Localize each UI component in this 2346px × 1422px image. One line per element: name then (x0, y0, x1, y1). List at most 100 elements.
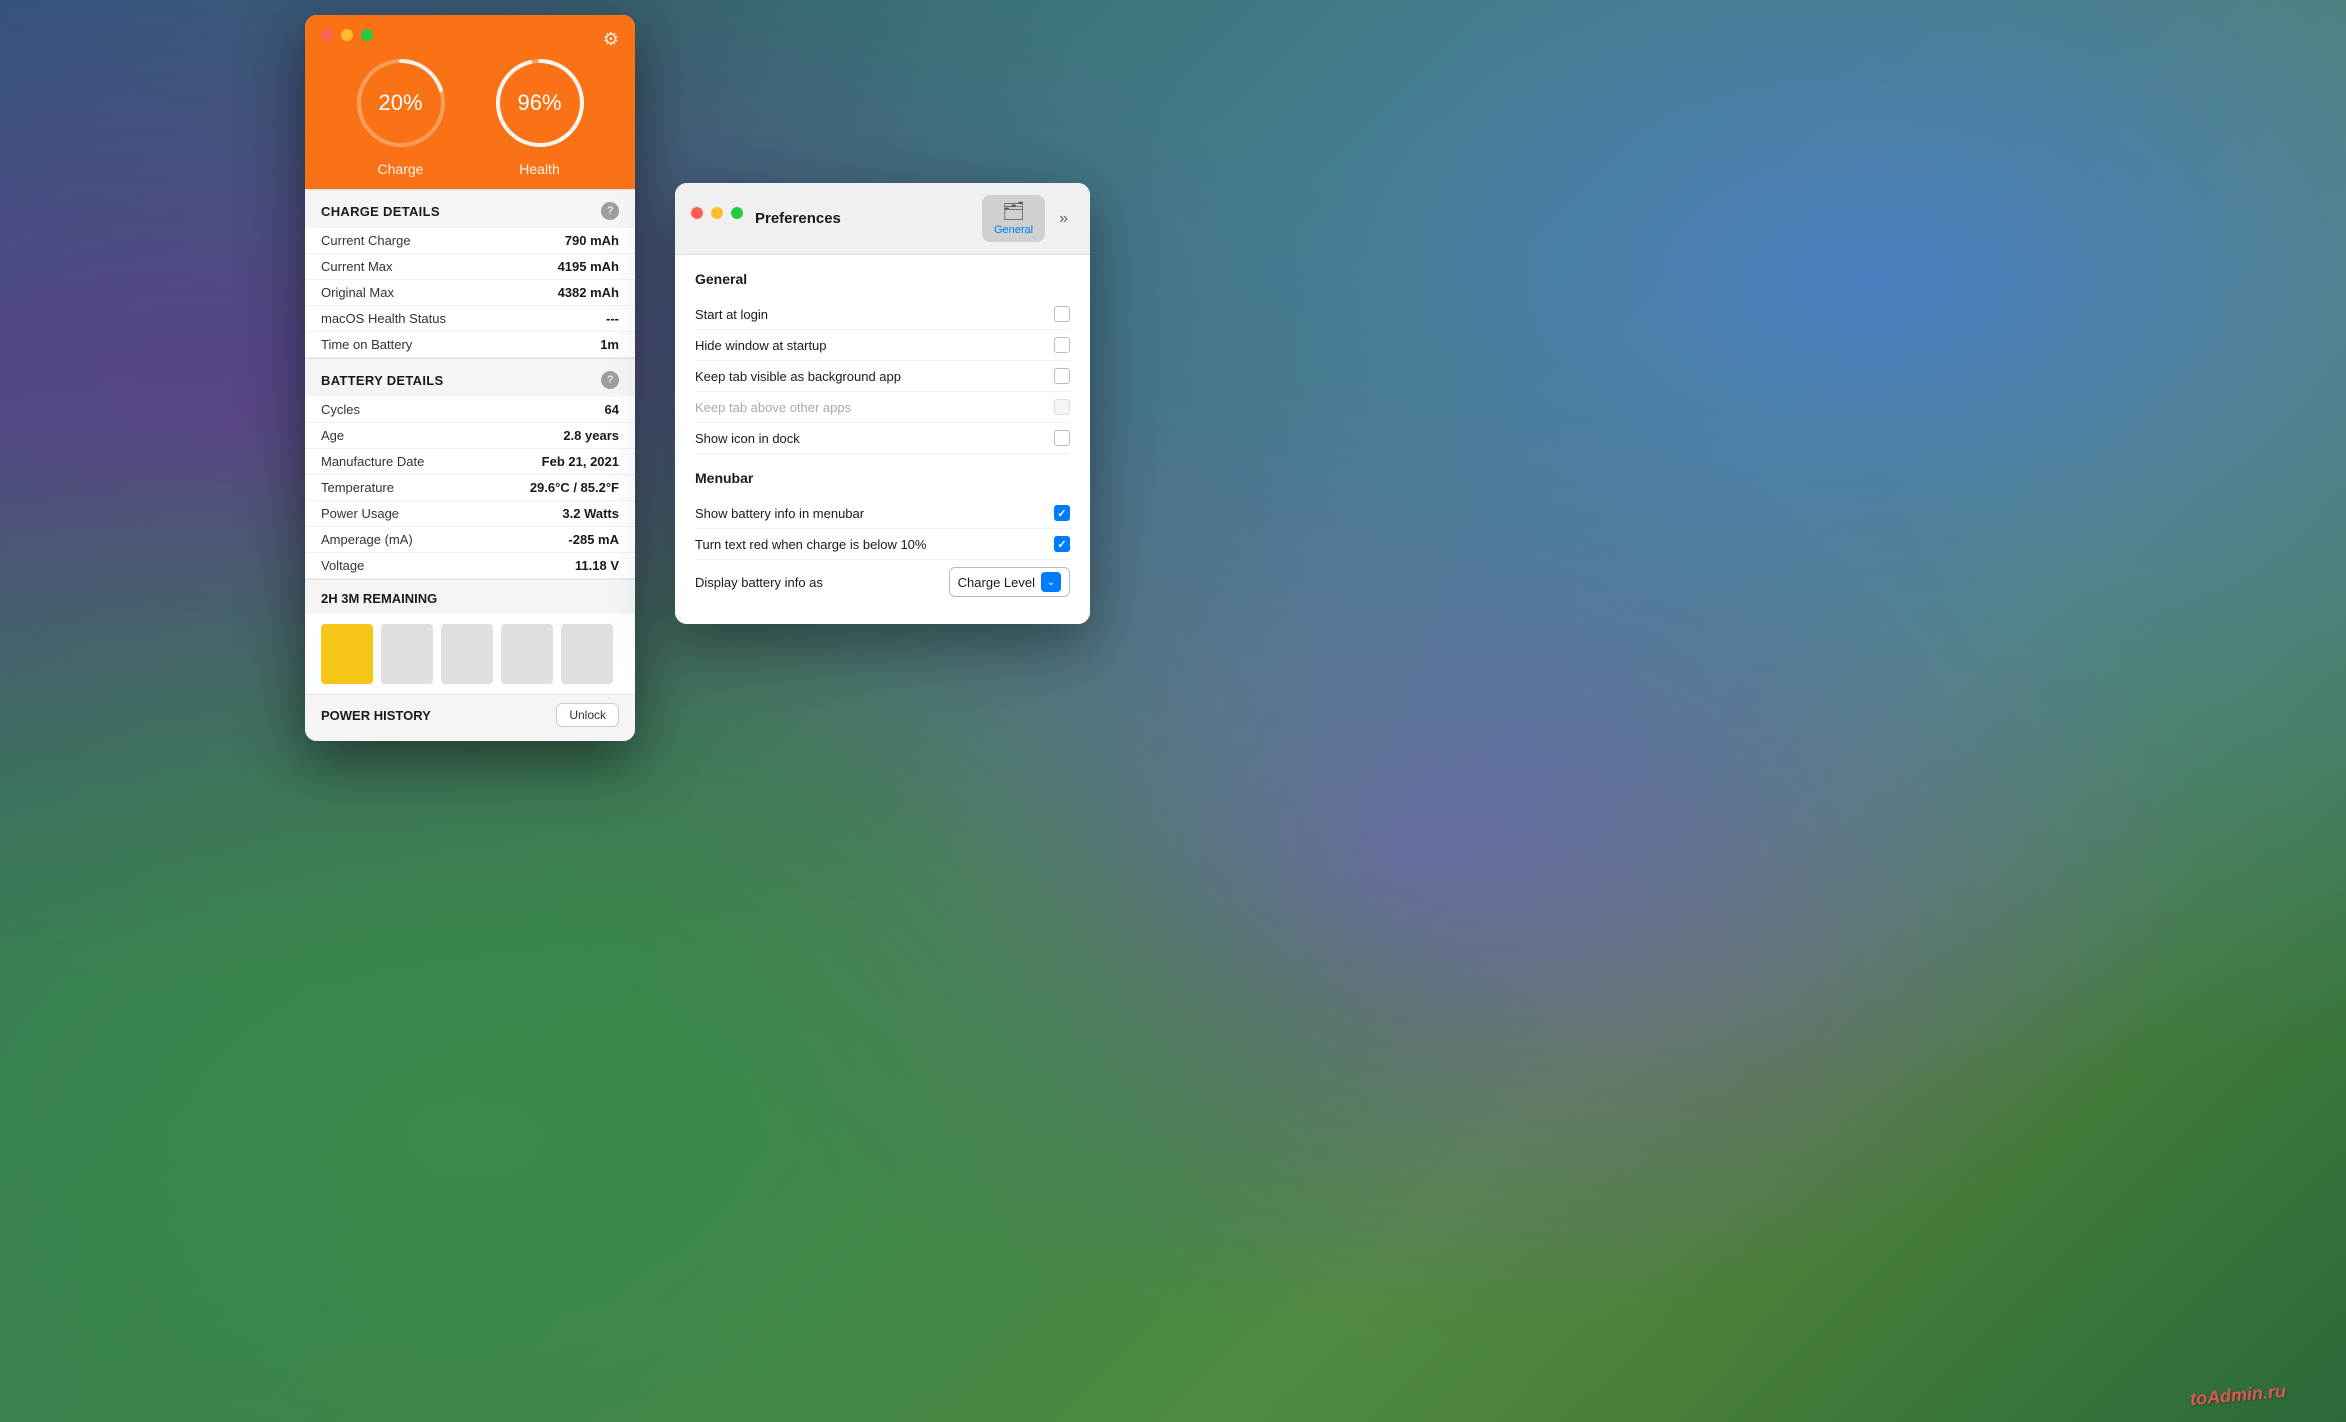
detail-label: Temperature (321, 480, 394, 495)
detail-label: Original Max (321, 285, 394, 300)
preferences-window: Preferences 🗂 General » General Start at… (675, 183, 1090, 624)
battery-details-header: BATTERY DETAILS ? (305, 358, 635, 397)
prefs-title: Preferences (755, 210, 970, 227)
menubar-rows-container: Show battery info in menubarTurn text re… (695, 498, 1070, 560)
display-battery-label: Display battery info as (695, 575, 823, 590)
prefs-row: Start at login (695, 299, 1070, 330)
pref-label: Start at login (695, 307, 768, 322)
detail-label: Age (321, 428, 344, 443)
charge-label: Charge (378, 161, 424, 189)
pref-checkbox[interactable] (1054, 430, 1070, 446)
detail-value: -285 mA (568, 532, 619, 547)
maximize-button[interactable] (361, 29, 373, 41)
prefs-close-button[interactable] (691, 207, 703, 219)
general-tab-icon: 🗂 (1002, 201, 1025, 222)
health-gauge: 96% Health (490, 53, 590, 189)
battery-header: ⚙ 20% Charge (305, 15, 635, 189)
detail-value: 790 mAh (565, 233, 619, 248)
unlock-button[interactable]: Unlock (556, 703, 619, 727)
prefs-row: Keep tab above other apps (695, 392, 1070, 423)
detail-label: Amperage (mA) (321, 532, 413, 547)
pref-label: Hide window at startup (695, 338, 827, 353)
pref-checkbox[interactable] (1054, 306, 1070, 322)
menubar-pref-row: Show battery info in menubar (695, 498, 1070, 529)
prefs-maximize-button[interactable] (731, 207, 743, 219)
battery-body: CHARGE DETAILS ? Current Charge790 mAhCu… (305, 189, 635, 741)
detail-row: Age2.8 years (305, 423, 635, 449)
prefs-minimize-button[interactable] (711, 207, 723, 219)
pref-label: Keep tab visible as background app (695, 369, 901, 384)
charge-help-button[interactable]: ? (601, 202, 619, 220)
menubar-section-title: Menubar (695, 470, 1070, 486)
detail-label: Time on Battery (321, 337, 412, 352)
power-bar-1 (321, 624, 373, 684)
battery-rows: Cycles 64 Age2.8 years Manufacture Date Feb … (305, 397, 635, 579)
charge-details-title: CHARGE DETAILS (321, 204, 440, 219)
detail-row: Current Charge 790 mAh (305, 228, 635, 254)
pref-label: Show icon in dock (695, 431, 800, 446)
prefs-row: Keep tab visible as background app (695, 361, 1070, 392)
detail-row: Amperage (mA) -285 mA (305, 527, 635, 553)
detail-label: Manufacture Date (321, 454, 424, 469)
detail-label: macOS Health Status (321, 311, 446, 326)
display-battery-value: Charge Level (958, 575, 1035, 590)
display-battery-row: Display battery info as Charge Level ⌄ (695, 560, 1070, 604)
power-bar-3 (441, 624, 493, 684)
pref-checkbox (1054, 399, 1070, 415)
detail-row: Time on Battery 1m (305, 332, 635, 358)
detail-value: 4195 mAh (558, 259, 619, 274)
prefs-titlebar: Preferences 🗂 General » (675, 183, 1090, 255)
health-circle: 96% (490, 53, 590, 153)
power-bar-5 (561, 624, 613, 684)
prefs-row: Show icon in dock (695, 423, 1070, 454)
detail-row: Original Max 4382 mAh (305, 280, 635, 306)
detail-label: Cycles (321, 402, 360, 417)
detail-row: Power Usage 3.2 Watts (305, 501, 635, 527)
detail-row: Manufacture Date Feb 21, 2021 (305, 449, 635, 475)
detail-value: 29.6°C / 85.2°F (530, 480, 619, 495)
prefs-window-controls (691, 207, 743, 219)
detail-value: 1m (600, 337, 619, 352)
detail-label: Power Usage (321, 506, 399, 521)
detail-row: Temperature 29.6°C / 85.2°F (305, 475, 635, 501)
window-controls (321, 29, 619, 41)
minimize-button[interactable] (341, 29, 353, 41)
menubar-section: Menubar Show battery info in menubarTurn… (695, 470, 1070, 604)
health-label: Health (519, 161, 559, 189)
remaining-title: 2H 3M REMAINING (321, 591, 437, 606)
detail-label: Current Charge (321, 233, 411, 248)
gear-icon[interactable]: ⚙ (603, 29, 619, 50)
tab-general[interactable]: 🗂 General (982, 195, 1045, 242)
more-tabs-button[interactable]: » (1053, 204, 1074, 234)
prefs-toolbar: 🗂 General » (982, 195, 1074, 242)
general-tab-label: General (994, 224, 1033, 236)
close-button[interactable] (321, 29, 333, 41)
select-arrow-icon: ⌄ (1041, 572, 1061, 592)
detail-row: Voltage 11.18 V (305, 553, 635, 579)
prefs-row: Hide window at startup (695, 330, 1070, 361)
power-history-title: POWER HISTORY (321, 708, 431, 723)
charge-details-header: CHARGE DETAILS ? (305, 189, 635, 228)
power-bar-4 (501, 624, 553, 684)
menubar-checkbox[interactable] (1054, 536, 1070, 552)
health-value: 96% (490, 53, 590, 153)
pref-checkbox[interactable] (1054, 337, 1070, 353)
menubar-checkbox[interactable] (1054, 505, 1070, 521)
battery-details-title: BATTERY DETAILS (321, 373, 443, 388)
detail-label: Current Max (321, 259, 393, 274)
power-history-section: POWER HISTORY Unlock (305, 694, 635, 741)
detail-value: 64 (605, 402, 619, 417)
pref-checkbox[interactable] (1054, 368, 1070, 384)
detail-label: Voltage (321, 558, 364, 573)
battery-help-button[interactable]: ? (601, 371, 619, 389)
detail-value: Feb 21, 2021 (542, 454, 619, 469)
detail-value: 3.2 Watts (562, 506, 619, 521)
battery-gauges: 20% Charge 96% Health (321, 53, 619, 189)
detail-value: 4382 mAh (558, 285, 619, 300)
charge-gauge: 20% Charge (351, 53, 451, 189)
power-bars (305, 614, 635, 694)
detail-value: 11.18 V (575, 558, 619, 573)
general-rows-container: Start at login Hide window at startup Keep… (695, 299, 1070, 454)
display-battery-select[interactable]: Charge Level ⌄ (949, 567, 1070, 597)
power-bar-2 (381, 624, 433, 684)
